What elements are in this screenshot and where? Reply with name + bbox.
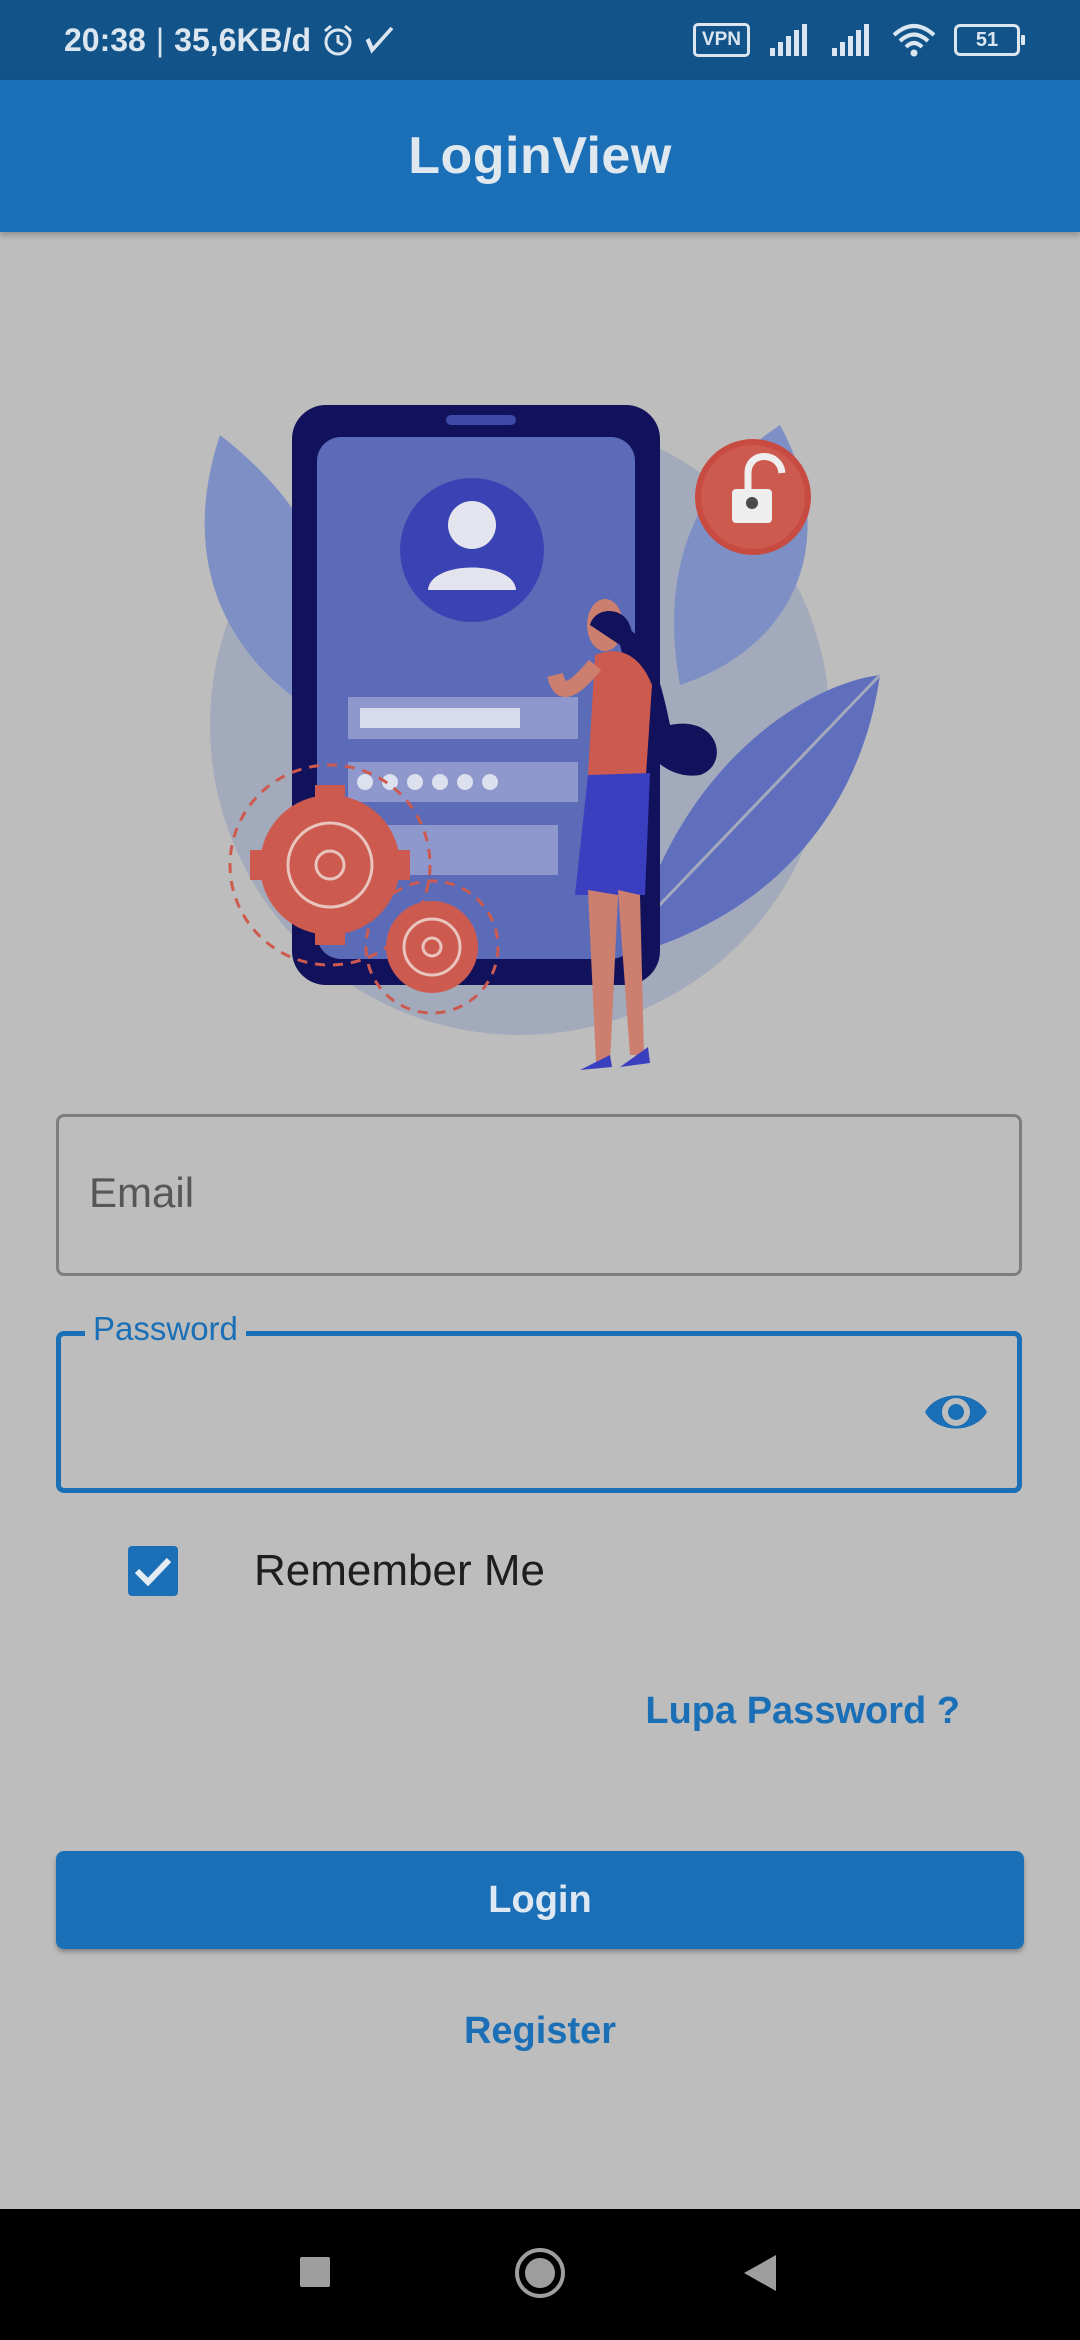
email-placeholder: Email [89, 1169, 195, 1216]
nav-home-icon[interactable] [514, 2247, 566, 2299]
remember-me-label: Remember Me [254, 1546, 545, 1595]
password-label: Password [85, 1310, 246, 1348]
vpn-badge: VPN [692, 23, 750, 57]
status-data-rate: 35,6KB/d [174, 21, 312, 58]
app-title: LoginView [408, 127, 672, 185]
nav-back-icon[interactable] [742, 2253, 778, 2293]
password-field[interactable]: Password [56, 1310, 1022, 1493]
check-icon [365, 26, 394, 54]
login-illustration [204, 405, 882, 1070]
status-right: VPN 51 [692, 0, 1025, 80]
wifi-icon [892, 24, 936, 57]
alarm-icon [324, 24, 353, 56]
remember-me-row[interactable]: Remember Me [128, 1544, 545, 1598]
status-left: 20:38 | 35,6KB/d [64, 0, 399, 80]
signal-icon [832, 24, 869, 56]
navigation-bar [0, 2209, 1080, 2340]
nav-recents-icon[interactable] [298, 2255, 332, 2289]
login-button[interactable]: Login [56, 1851, 1024, 1949]
status-separator: | [155, 21, 165, 58]
email-field[interactable]: Email [56, 1114, 1022, 1276]
eye-icon[interactable] [923, 1386, 989, 1438]
remember-me-checkbox[interactable] [128, 1546, 178, 1596]
status-time: 20:38 [64, 21, 146, 58]
register-link[interactable]: Register [0, 2010, 1080, 2053]
status-bar: 20:38 | 35,6KB/d VPN 51 [0, 0, 1080, 80]
signal-icon [770, 24, 807, 56]
app-bar: LoginView [0, 80, 1080, 232]
forgot-password-link[interactable]: Lupa Password ? [645, 1690, 960, 1733]
checkbox-check-icon [134, 1557, 172, 1586]
battery-icon: 51 [954, 24, 1025, 56]
